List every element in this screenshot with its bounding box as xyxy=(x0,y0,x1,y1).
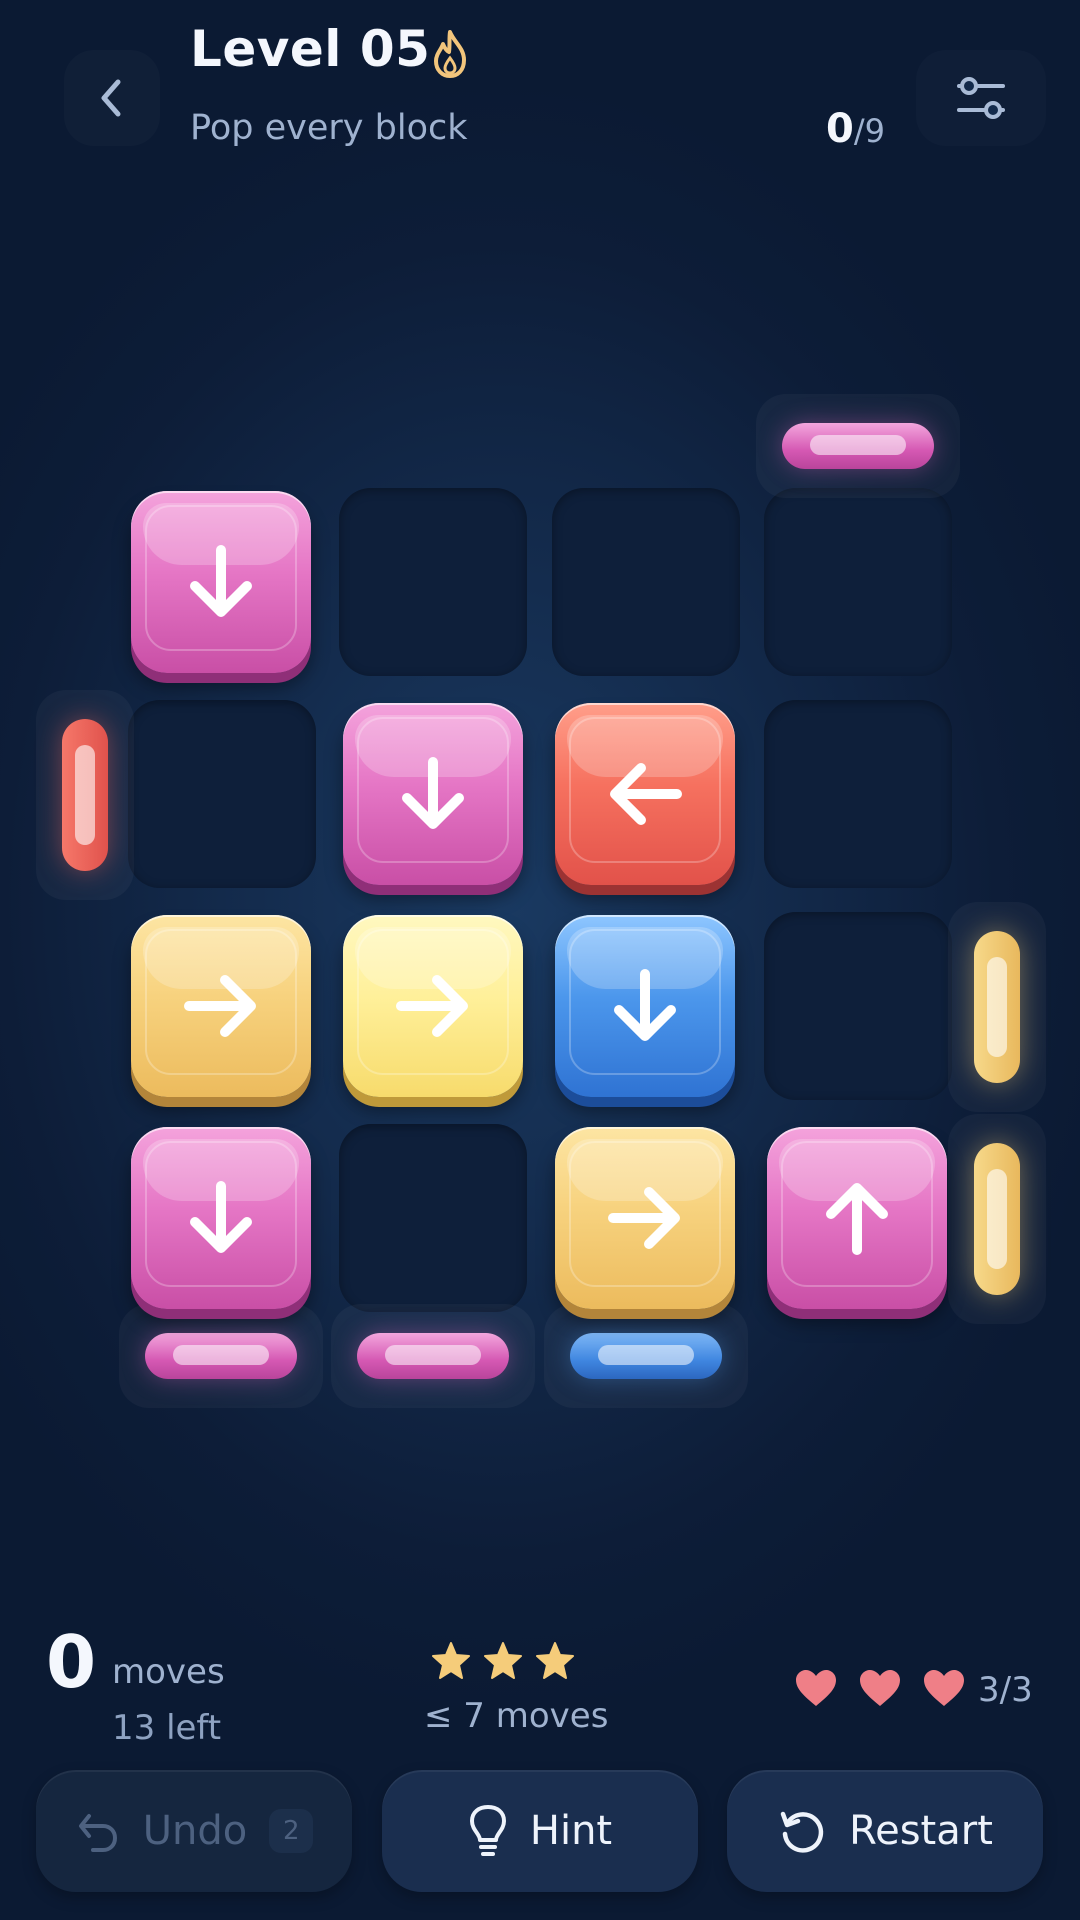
heart-icon xyxy=(924,1670,964,1706)
lives-hearts xyxy=(794,1668,966,1708)
hint-label: Hint xyxy=(529,1808,613,1854)
star-icon xyxy=(432,1642,470,1679)
arrow-down-icon xyxy=(190,1181,252,1253)
arrow-right-icon xyxy=(396,975,468,1037)
restart-label: Restart xyxy=(849,1808,993,1854)
level-subtitle: Pop every block xyxy=(190,108,468,148)
block-coral-left[interactable] xyxy=(555,703,735,885)
block-yellow-right[interactable] xyxy=(343,915,523,1097)
blue-exit-gate xyxy=(570,1333,722,1379)
flame-icon xyxy=(434,30,466,78)
moves-label: moves xyxy=(112,1652,225,1692)
block-amber-right[interactable] xyxy=(131,915,311,1097)
pink-exit-gate xyxy=(782,423,934,469)
heart-icon xyxy=(796,1670,836,1706)
progress-total: /9 xyxy=(853,112,885,150)
exit-right-amber xyxy=(948,902,1046,1112)
pink-exit-gate xyxy=(145,1333,297,1379)
star-icon xyxy=(484,1642,522,1679)
block-pink-down[interactable] xyxy=(343,703,523,885)
arrow-right-icon xyxy=(184,975,256,1037)
heart-icon xyxy=(860,1670,900,1706)
hint-button[interactable]: Hint xyxy=(382,1770,698,1892)
star-rating xyxy=(430,1640,576,1682)
arrow-down-icon xyxy=(614,969,676,1041)
progress-current: 0 xyxy=(826,106,854,152)
empty-cell xyxy=(764,700,952,888)
exit-top-pink xyxy=(756,394,960,498)
undo-button[interactable]: Undo 2 xyxy=(36,1770,352,1892)
arrow-left-icon xyxy=(610,763,682,825)
restart-button[interactable]: Restart xyxy=(727,1770,1043,1892)
arrow-right-icon xyxy=(608,1187,680,1249)
block-blue-down[interactable] xyxy=(555,915,735,1097)
empty-cell xyxy=(339,488,527,676)
back-chevron-icon xyxy=(101,79,121,117)
arrow-down-icon xyxy=(190,545,252,617)
back-button[interactable] xyxy=(64,50,160,146)
blocks-progress: 0/9 xyxy=(826,106,885,152)
amber-exit-gate xyxy=(974,931,1020,1083)
block-pink-up[interactable] xyxy=(767,1127,947,1309)
lightbulb-icon xyxy=(469,1805,506,1856)
block-amber-right[interactable] xyxy=(555,1127,735,1309)
amber-exit-gate xyxy=(974,1143,1020,1295)
arrow-down-icon xyxy=(402,757,464,829)
star-goal: ≤ 7 moves xyxy=(424,1696,609,1736)
arrow-up-icon xyxy=(826,1183,888,1255)
level-title: Level 05 xyxy=(190,20,431,78)
exit-bottom-blue xyxy=(544,1304,748,1408)
lives-count: 3/3 xyxy=(978,1670,1033,1710)
empty-cell xyxy=(764,488,952,676)
empty-cell xyxy=(552,488,740,676)
exit-bottom-pink xyxy=(119,1304,323,1408)
exit-bottom-pink xyxy=(331,1304,535,1408)
exit-right-amber xyxy=(948,1114,1046,1324)
undo-count-badge: 2 xyxy=(269,1809,314,1853)
block-pink-down[interactable] xyxy=(131,1127,311,1309)
moves-count: 0 xyxy=(46,1620,97,1704)
star-icon xyxy=(536,1642,574,1679)
empty-cell xyxy=(339,1124,527,1312)
settings-sliders-icon xyxy=(957,77,1005,119)
undo-icon xyxy=(78,1814,117,1852)
block-pink-down[interactable] xyxy=(131,491,311,673)
empty-cell xyxy=(764,912,952,1100)
undo-label: Undo xyxy=(142,1808,248,1854)
empty-cell xyxy=(128,700,316,888)
restart-icon xyxy=(780,1811,824,1853)
coral-exit-gate xyxy=(62,719,108,871)
pink-exit-gate xyxy=(357,1333,509,1379)
settings-button[interactable] xyxy=(916,50,1046,146)
moves-left: 13 left xyxy=(112,1708,222,1748)
exit-left-coral xyxy=(36,690,134,900)
